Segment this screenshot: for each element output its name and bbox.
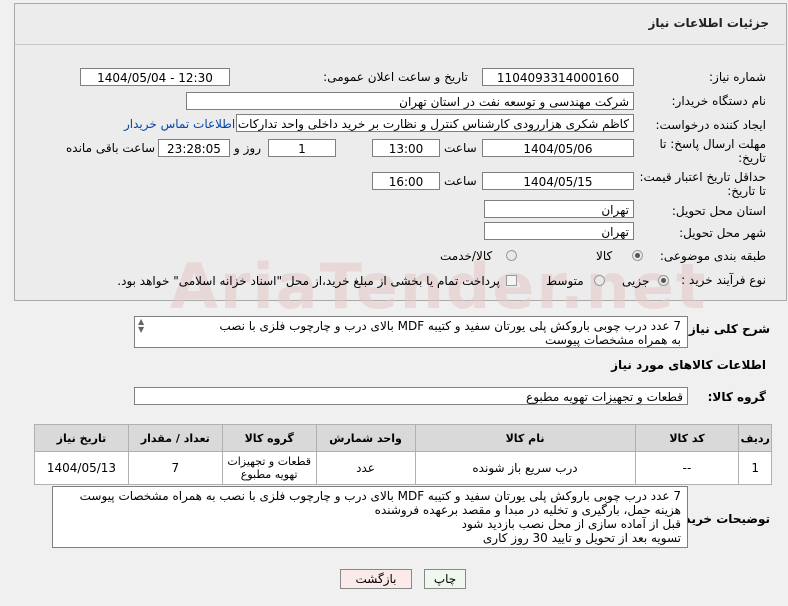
validity-date-field: 1404/05/15 [482, 172, 634, 190]
cell-group: قطعات و تجهیزات تهویه مطبوع [221, 451, 317, 485]
category-label: طبقه بندی موضوعی: [659, 249, 766, 263]
process-medium-radio[interactable] [594, 275, 605, 286]
buyer-notes-line-1: 7 عدد درب چوبی باروکش پلی یورتان سفید و … [79, 489, 681, 503]
validity-time-field: 16:00 [372, 172, 440, 190]
category-goods-service-label: کالا/خدمت [440, 249, 493, 263]
validity-time-label: ساعت [444, 174, 477, 188]
col-qty: تعداد / مقدار [127, 424, 223, 452]
buyer-notes-line-2: هزینه حمل، بارگیری و تخلیه در مبدا و مقص… [374, 503, 681, 517]
summary-label: شرح کلی نیاز: [684, 322, 770, 336]
col-group: گروه کالا [221, 424, 317, 452]
buyer-notes-textarea[interactable]: 7 عدد درب چوبی باروکش پلی یورتان سفید و … [52, 486, 688, 548]
scroll-arrows-icon[interactable]: ▲ ▼ [138, 318, 144, 334]
cell-index: 1 [738, 451, 772, 485]
cell-group-line-1: قطعات و تجهیزات [227, 455, 311, 468]
remaining-time-label: ساعت باقی مانده [66, 141, 156, 155]
cell-date: 1404/05/13 [34, 451, 129, 485]
creator-label: ایجاد کننده درخواست: [655, 118, 766, 132]
process-medium-label: متوسط [546, 274, 584, 288]
cell-qty: 7 [127, 451, 223, 485]
col-index: ردیف [738, 424, 772, 452]
deadline-time-field: 13:00 [372, 139, 440, 157]
summary-textarea[interactable]: 7 عدد درب چوبی باروکش پلی یورتان سفید و … [134, 316, 688, 348]
cell-unit: عدد [315, 451, 416, 485]
city-label: شهر محل تحویل: [679, 226, 766, 240]
col-date: تاریخ نیاز [34, 424, 129, 452]
treasury-checkbox[interactable] [506, 275, 517, 286]
need-number-label: شماره نیاز: [709, 70, 766, 84]
cell-group-line-2: تهویه مطبوع [240, 468, 298, 481]
summary-line-1: 7 عدد درب چوبی باروکش پلی یورتان سفید و … [219, 319, 681, 333]
creator-field: کاظم شکری هزاررودی کارشناس کنترل و نظارت… [236, 114, 634, 132]
goods-group-field: قطعات و تجهیزات تهویه مطبوع [134, 387, 688, 405]
page-title: جزئیات اطلاعات نیاز [648, 16, 769, 30]
days-label: روز و [234, 141, 261, 155]
deadline-date-field: 1404/05/06 [482, 139, 634, 157]
process-partial-label: جزیی [622, 274, 650, 288]
cell-name: درب سریع باز شونده [414, 451, 636, 485]
province-label: استان محل تحویل: [671, 204, 766, 218]
back-button[interactable]: بازگشت [340, 569, 412, 589]
col-unit: واحد شمارش [315, 424, 416, 452]
days-field: 1 [268, 139, 336, 157]
city-field: تهران [484, 222, 634, 240]
process-partial-radio[interactable] [658, 275, 669, 286]
buyer-notes-line-3: قبل از آماده سازی از محل نصب بازدید شود [461, 517, 681, 531]
deadline-label-date: تاریخ: [738, 151, 766, 165]
announce-date-label: تاریخ و ساعت اعلان عمومی: [323, 70, 468, 84]
category-goods-label: کالا [596, 249, 613, 263]
category-goods-radio[interactable] [632, 250, 643, 261]
process-label: نوع فرآیند خرید : [681, 273, 766, 287]
panel-header: جزئیات اطلاعات نیاز [15, 4, 785, 45]
print-button[interactable]: چاپ [424, 569, 466, 589]
buyer-contact-link[interactable]: اطلاعات تماس خریدار [124, 117, 235, 131]
payment-note: پرداخت تمام یا بخشی از مبلغ خرید،از محل … [117, 274, 500, 288]
validity-label: حداقل تاریخ اعتبار قیمت: [639, 170, 766, 184]
col-name: نام کالا [414, 424, 636, 452]
validity-label-date: تا تاریخ: [727, 184, 766, 198]
deadline-label: مهلت ارسال پاسخ: تا [659, 137, 766, 151]
buyer-org-field: شرکت مهندسی و توسعه نفت در استان تهران [186, 92, 634, 110]
need-number-field: 1104093314000160 [482, 68, 634, 86]
cell-code: -- [634, 451, 740, 485]
deadline-time-label: ساعت [444, 141, 477, 155]
goods-table: ردیف کد کالا نام کالا واحد شمارش گروه کا… [34, 424, 772, 485]
table-row: 1 -- درب سریع باز شونده عدد قطعات و تجهی… [34, 451, 772, 485]
col-code: کد کالا [634, 424, 740, 452]
buyer-notes-line-4: تسویه بعد از تحویل و تایید 30 روز کاری [482, 531, 681, 545]
goods-group-label: گروه کالا: [707, 390, 766, 404]
table-header-row: ردیف کد کالا نام کالا واحد شمارش گروه کا… [34, 424, 772, 452]
category-goods-service-radio[interactable] [506, 250, 517, 261]
goods-info-title: اطلاعات کالاهای مورد نیاز [611, 358, 766, 372]
buyer-org-label: نام دستگاه خریدار: [671, 94, 767, 108]
remaining-time-field: 23:28:05 [158, 139, 230, 157]
announce-date-field: 1404/05/04 - 12:30 [80, 68, 230, 86]
summary-line-2: به همراه مشخصات پیوست [545, 333, 681, 347]
province-field: تهران [484, 200, 634, 218]
